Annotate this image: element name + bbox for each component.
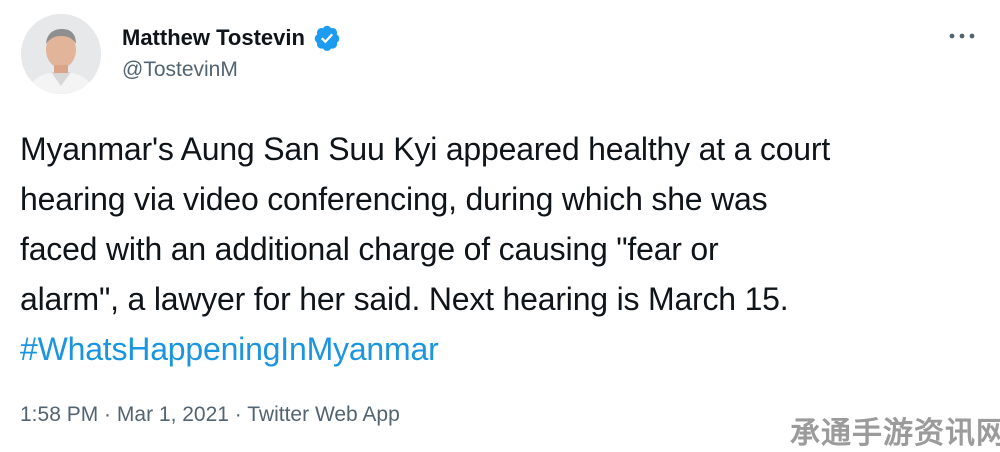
tweet-time[interactable]: 1:58 PM xyxy=(20,403,98,426)
tweet-card: Matthew Tostevin @TostevinM Myanmar's Au… xyxy=(0,0,1000,451)
verified-badge-icon xyxy=(314,25,340,51)
tweet-text-line: Myanmar's Aung San Suu Kyi appeared heal… xyxy=(20,131,831,167)
hashtag-link[interactable]: #WhatsHappeningInMyanmar xyxy=(20,331,439,367)
tweet-source[interactable]: Twitter Web App xyxy=(247,403,400,426)
tweet-text-line: hearing via video conferencing, during w… xyxy=(20,181,768,217)
site-watermark: 承通手游资讯网 xyxy=(790,416,1000,451)
tweet-text-line: alarm", a lawyer for her said. Next hear… xyxy=(20,281,789,317)
author-avatar[interactable] xyxy=(21,14,101,94)
profile-photo-icon xyxy=(21,14,101,94)
tweet-date[interactable]: Mar 1, 2021 xyxy=(117,403,229,426)
author-handle[interactable]: @TostevinM xyxy=(122,58,238,82)
author-display-name[interactable]: Matthew Tostevin xyxy=(122,25,305,51)
more-options-button[interactable] xyxy=(940,22,984,50)
meta-separator: · xyxy=(98,403,117,426)
tweet-text: Myanmar's Aung San Suu Kyi appeared heal… xyxy=(20,124,985,374)
author-name-row: Matthew Tostevin xyxy=(122,24,341,52)
tweet-meta: 1:58 PM · Mar 1, 2021 · Twitter Web App xyxy=(20,403,400,427)
tweet-text-line: faced with an additional charge of causi… xyxy=(20,231,719,267)
more-icon xyxy=(949,33,975,39)
meta-separator: · xyxy=(228,403,248,426)
